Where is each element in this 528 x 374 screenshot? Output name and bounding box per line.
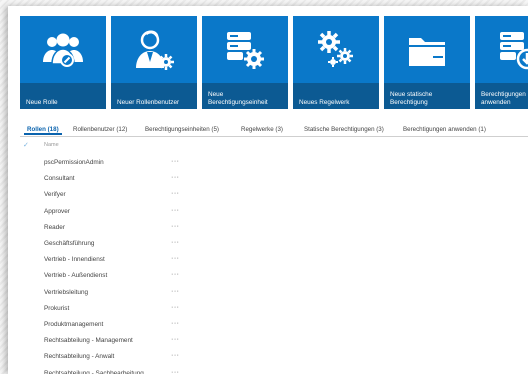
tile-user-settings[interactable]: Neuer Rollenbenutzer bbox=[111, 16, 197, 109]
more-options-icon[interactable]: ··· bbox=[171, 369, 180, 374]
list-item[interactable]: Prokurist ··· bbox=[20, 304, 420, 319]
tab-0[interactable]: Rollen (18) bbox=[24, 124, 62, 135]
more-options-icon[interactable]: ··· bbox=[171, 174, 180, 181]
more-options-icon[interactable]: ··· bbox=[171, 190, 180, 197]
tile-caption: Berechtigungen anwenden bbox=[475, 83, 528, 109]
list-item[interactable]: Approver ··· bbox=[20, 207, 420, 222]
tile-caption: Neuer Rollenbenutzer bbox=[111, 83, 197, 109]
tile-caption: Neue Rolle bbox=[20, 83, 106, 109]
more-options-icon[interactable]: ··· bbox=[171, 336, 180, 343]
tile-folder[interactable]: Neue statische Berechtigung bbox=[384, 16, 470, 109]
list-item[interactable]: Consultant ··· bbox=[20, 174, 420, 189]
tile-label: Neue statische Berechtigung bbox=[390, 91, 433, 106]
role-name[interactable]: Rechtsabteilung - Management bbox=[44, 337, 133, 344]
tile-caption: Neue Berechtigungseinheit bbox=[202, 83, 288, 109]
group-icon bbox=[20, 26, 106, 74]
tab-4[interactable]: Statische Berechtigungen (3) bbox=[301, 124, 387, 135]
more-options-icon[interactable]: ··· bbox=[171, 304, 180, 311]
tile-label: Neue Rolle bbox=[26, 98, 58, 106]
more-options-icon[interactable]: ··· bbox=[171, 288, 180, 295]
tile-label: Neuer Rollenbenutzer bbox=[117, 98, 180, 106]
action-tiles: Neue Rolle Neuer Rollenbenutzer Neue Berec… bbox=[20, 16, 528, 110]
column-header-name[interactable]: Name bbox=[44, 142, 59, 148]
more-options-icon[interactable]: ··· bbox=[171, 271, 180, 278]
list-item[interactable]: Rechtsabteilung - Sachbearbeitung ··· bbox=[20, 369, 420, 374]
tab-5[interactable]: Berechtigungen anwenden (1) bbox=[400, 124, 489, 135]
more-options-icon[interactable]: ··· bbox=[171, 239, 180, 246]
role-name[interactable]: Produktmanagement bbox=[44, 321, 103, 328]
tile-database-settings[interactable]: Neue Berechtigungseinheit bbox=[202, 16, 288, 109]
role-name[interactable]: Consultant bbox=[44, 175, 75, 182]
more-options-icon[interactable]: ··· bbox=[171, 223, 180, 230]
role-name[interactable]: Vertrieb - Außendienst bbox=[44, 272, 107, 279]
list-item[interactable]: Verifyer ··· bbox=[20, 190, 420, 205]
permissions-panel: Neue Rolle Neuer Rollenbenutzer Neue Berec… bbox=[8, 6, 528, 374]
tile-database-download[interactable]: Berechtigungen anwenden bbox=[475, 16, 528, 109]
list-item[interactable]: pscPermissionAdmin ··· bbox=[20, 158, 420, 173]
list-item[interactable]: Geschäftsführung ··· bbox=[20, 239, 420, 254]
more-options-icon[interactable]: ··· bbox=[171, 207, 180, 214]
role-name[interactable]: Geschäftsführung bbox=[44, 240, 94, 247]
more-options-icon[interactable]: ··· bbox=[171, 352, 180, 359]
more-options-icon[interactable]: ··· bbox=[171, 320, 180, 327]
role-name[interactable]: Prokurist bbox=[44, 305, 69, 312]
role-name[interactable]: Vertrieb - Innendienst bbox=[44, 256, 105, 263]
role-name[interactable]: pscPermissionAdmin bbox=[44, 159, 104, 166]
list-item[interactable]: Rechtsabteilung - Management ··· bbox=[20, 336, 420, 351]
tile-group[interactable]: Neue Rolle bbox=[20, 16, 106, 109]
tile-caption: Neues Regelwerk bbox=[293, 83, 379, 109]
gears-icon bbox=[293, 26, 379, 74]
tab-1[interactable]: Rollenbenutzer (12) bbox=[70, 124, 130, 135]
role-name[interactable]: Rechtsabteilung - Anwalt bbox=[44, 353, 114, 360]
role-name[interactable]: Verifyer bbox=[44, 191, 66, 198]
list-item[interactable]: Vertrieb - Außendienst ··· bbox=[20, 271, 420, 286]
more-options-icon[interactable]: ··· bbox=[171, 158, 180, 165]
list-item[interactable]: Reader ··· bbox=[20, 223, 420, 238]
tab-3[interactable]: Regelwerke (3) bbox=[238, 124, 286, 135]
role-name[interactable]: Rechtsabteilung - Sachbearbeitung bbox=[44, 370, 144, 374]
role-name[interactable]: Reader bbox=[44, 224, 65, 231]
more-options-icon[interactable]: ··· bbox=[171, 255, 180, 262]
list-item[interactable]: Vertrieb - Innendienst ··· bbox=[20, 255, 420, 270]
tab-bar: Rollen (18) Rollenbenutzer (12) Berechtigu… bbox=[20, 124, 528, 137]
user-settings-icon bbox=[111, 26, 197, 74]
list-item[interactable]: Produktmanagement ··· bbox=[20, 320, 420, 335]
database-settings-icon bbox=[202, 26, 288, 74]
tile-label: Neues Regelwerk bbox=[299, 98, 350, 106]
list-header: ✓ Name bbox=[20, 141, 420, 151]
tab-2[interactable]: Berechtigungseinheiten (5) bbox=[142, 124, 222, 135]
role-name[interactable]: Approver bbox=[44, 208, 70, 215]
database-download-icon bbox=[475, 26, 528, 74]
tile-label: Berechtigungen anwenden bbox=[481, 91, 526, 106]
select-all-check-icon[interactable]: ✓ bbox=[23, 141, 29, 149]
list-item[interactable]: Rechtsabteilung - Anwalt ··· bbox=[20, 352, 420, 367]
tile-label: Neue Berechtigungseinheit bbox=[208, 91, 268, 106]
list-item[interactable]: Vertriebsleitung ··· bbox=[20, 288, 420, 303]
role-name[interactable]: Vertriebsleitung bbox=[44, 289, 88, 296]
folder-icon bbox=[384, 26, 470, 74]
tile-gears[interactable]: Neues Regelwerk bbox=[293, 16, 379, 109]
tile-caption: Neue statische Berechtigung bbox=[384, 83, 470, 109]
